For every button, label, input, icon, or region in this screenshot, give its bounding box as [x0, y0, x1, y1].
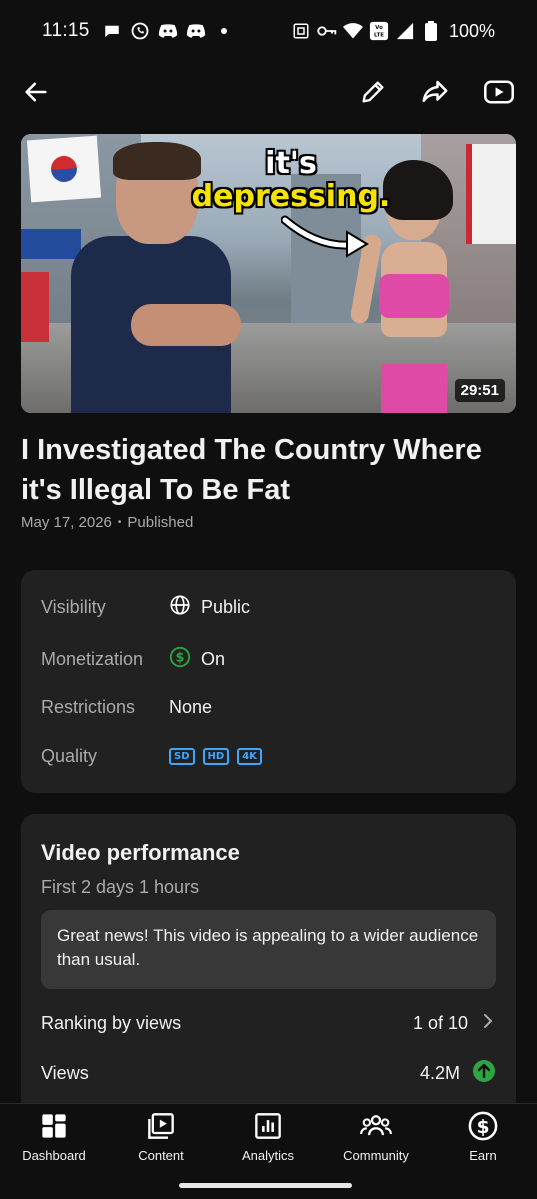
- nav-dashboard-label: Dashboard: [22, 1148, 86, 1163]
- quality-row[interactable]: Quality SD HD 4K: [41, 746, 262, 767]
- video-performance-card: Video performance First 2 days 1 hours G…: [21, 814, 516, 1114]
- watch-on-youtube-button[interactable]: [481, 76, 517, 112]
- status-bar: 11:15 Vo LTE 100%: [0, 0, 537, 62]
- video-thumbnail[interactable]: it's depressing. 29:51: [21, 134, 516, 413]
- home-indicator[interactable]: [179, 1183, 352, 1188]
- battery-icon: [421, 21, 441, 41]
- thumbnail-overlay-text: it's depressing.: [191, 148, 391, 214]
- whatsapp-icon: [130, 21, 150, 41]
- chevron-right-icon: [480, 1012, 496, 1035]
- nav-earn-label: Earn: [469, 1148, 497, 1163]
- key-icon: [317, 21, 337, 41]
- dollar-circle-icon: $: [169, 646, 191, 673]
- edit-button[interactable]: [355, 76, 391, 112]
- earn-icon: $: [467, 1110, 499, 1142]
- views-label: Views: [41, 1063, 89, 1083]
- performance-period: First 2 days 1 hours: [41, 877, 200, 897]
- video-meta: May 17, 2026 • Published: [21, 514, 193, 531]
- visibility-value: Public: [201, 597, 251, 617]
- restrictions-value: None: [169, 697, 213, 717]
- nav-dashboard[interactable]: Dashboard: [4, 1110, 104, 1163]
- svg-text:LTE: LTE: [374, 32, 384, 38]
- quality-badge-hd: HD: [202, 748, 230, 765]
- globe-icon: [169, 594, 191, 621]
- youtube-play-icon: [483, 78, 515, 111]
- restrictions-row[interactable]: Restrictions None: [41, 697, 212, 718]
- nav-content-label: Content: [138, 1148, 184, 1163]
- share-icon: [420, 77, 450, 112]
- monetization-label: Monetization: [41, 649, 144, 669]
- visibility-label: Visibility: [41, 597, 106, 617]
- wifi-icon: [342, 21, 363, 41]
- views-value: 4.2M: [419, 1063, 460, 1083]
- meta-separator: •: [117, 517, 122, 528]
- notification-icons: [102, 21, 234, 41]
- chat-bubble-icon: [102, 21, 122, 41]
- svg-text:Vo: Vo: [375, 25, 383, 31]
- dashboard-icon: [38, 1110, 70, 1142]
- ranking-row[interactable]: Ranking by views 1 of 10: [41, 1012, 496, 1035]
- performance-note: Great news! This video is appealing to a…: [41, 910, 496, 989]
- share-button[interactable]: [417, 76, 453, 112]
- visibility-row[interactable]: Visibility Public: [41, 594, 250, 621]
- views-row: Views 4.2M: [41, 1059, 496, 1088]
- duration-badge: 29:51: [454, 379, 505, 402]
- discord-icon: [158, 21, 178, 41]
- thumbnail-sign: [466, 144, 516, 244]
- pointer-arrow-icon: [281, 215, 369, 258]
- battery-percent: 100%: [448, 20, 495, 41]
- publish-date: May 17, 2026: [21, 514, 112, 531]
- nav-analytics[interactable]: Analytics: [218, 1110, 318, 1163]
- system-icons: Vo LTE 100%: [291, 21, 495, 42]
- back-button[interactable]: [18, 76, 54, 112]
- thumbnail-sign: [21, 272, 49, 342]
- lte-icon: Vo LTE: [369, 21, 389, 41]
- overlay-line-2: depressing.: [191, 179, 391, 214]
- overlay-line-1: it's: [265, 146, 317, 181]
- dot-icon: [214, 21, 234, 41]
- ranking-value: 1 of 10: [412, 1013, 468, 1033]
- performance-heading: Video performance: [41, 840, 240, 865]
- svg-text:$: $: [176, 651, 185, 666]
- pencil-icon: [359, 78, 387, 111]
- content-icon: [145, 1110, 177, 1142]
- analytics-icon: [252, 1110, 284, 1142]
- status-time: 11:15: [42, 20, 90, 41]
- video-details-card[interactable]: Visibility Public Monetization $ On Rest…: [21, 570, 516, 793]
- app-bar: [0, 68, 537, 120]
- nav-earn[interactable]: $ Earn: [433, 1110, 533, 1163]
- nav-community[interactable]: Community: [326, 1110, 426, 1163]
- nfc-icon: [291, 21, 311, 41]
- community-icon: [360, 1110, 392, 1142]
- restrictions-label: Restrictions: [41, 697, 136, 717]
- nav-analytics-label: Analytics: [241, 1148, 295, 1163]
- nav-community-label: Community: [343, 1148, 409, 1163]
- arrow-left-icon: [22, 78, 50, 111]
- svg-text:$: $: [476, 1117, 489, 1138]
- ranking-label: Ranking by views: [41, 1013, 182, 1033]
- publish-status: Published: [127, 514, 194, 531]
- quality-label: Quality: [41, 746, 98, 766]
- monetization-value: On: [201, 649, 226, 669]
- monetization-row[interactable]: Monetization $ On: [41, 646, 225, 673]
- signal-icon: [395, 21, 415, 41]
- video-title: I Investigated The Country Where it's Il…: [21, 434, 482, 506]
- quality-badge-4k: 4K: [237, 748, 262, 765]
- quality-badge-sd: SD: [169, 748, 195, 765]
- discord-icon: [186, 21, 206, 41]
- arrow-up-circle-icon: [472, 1059, 496, 1088]
- nav-content[interactable]: Content: [111, 1110, 211, 1163]
